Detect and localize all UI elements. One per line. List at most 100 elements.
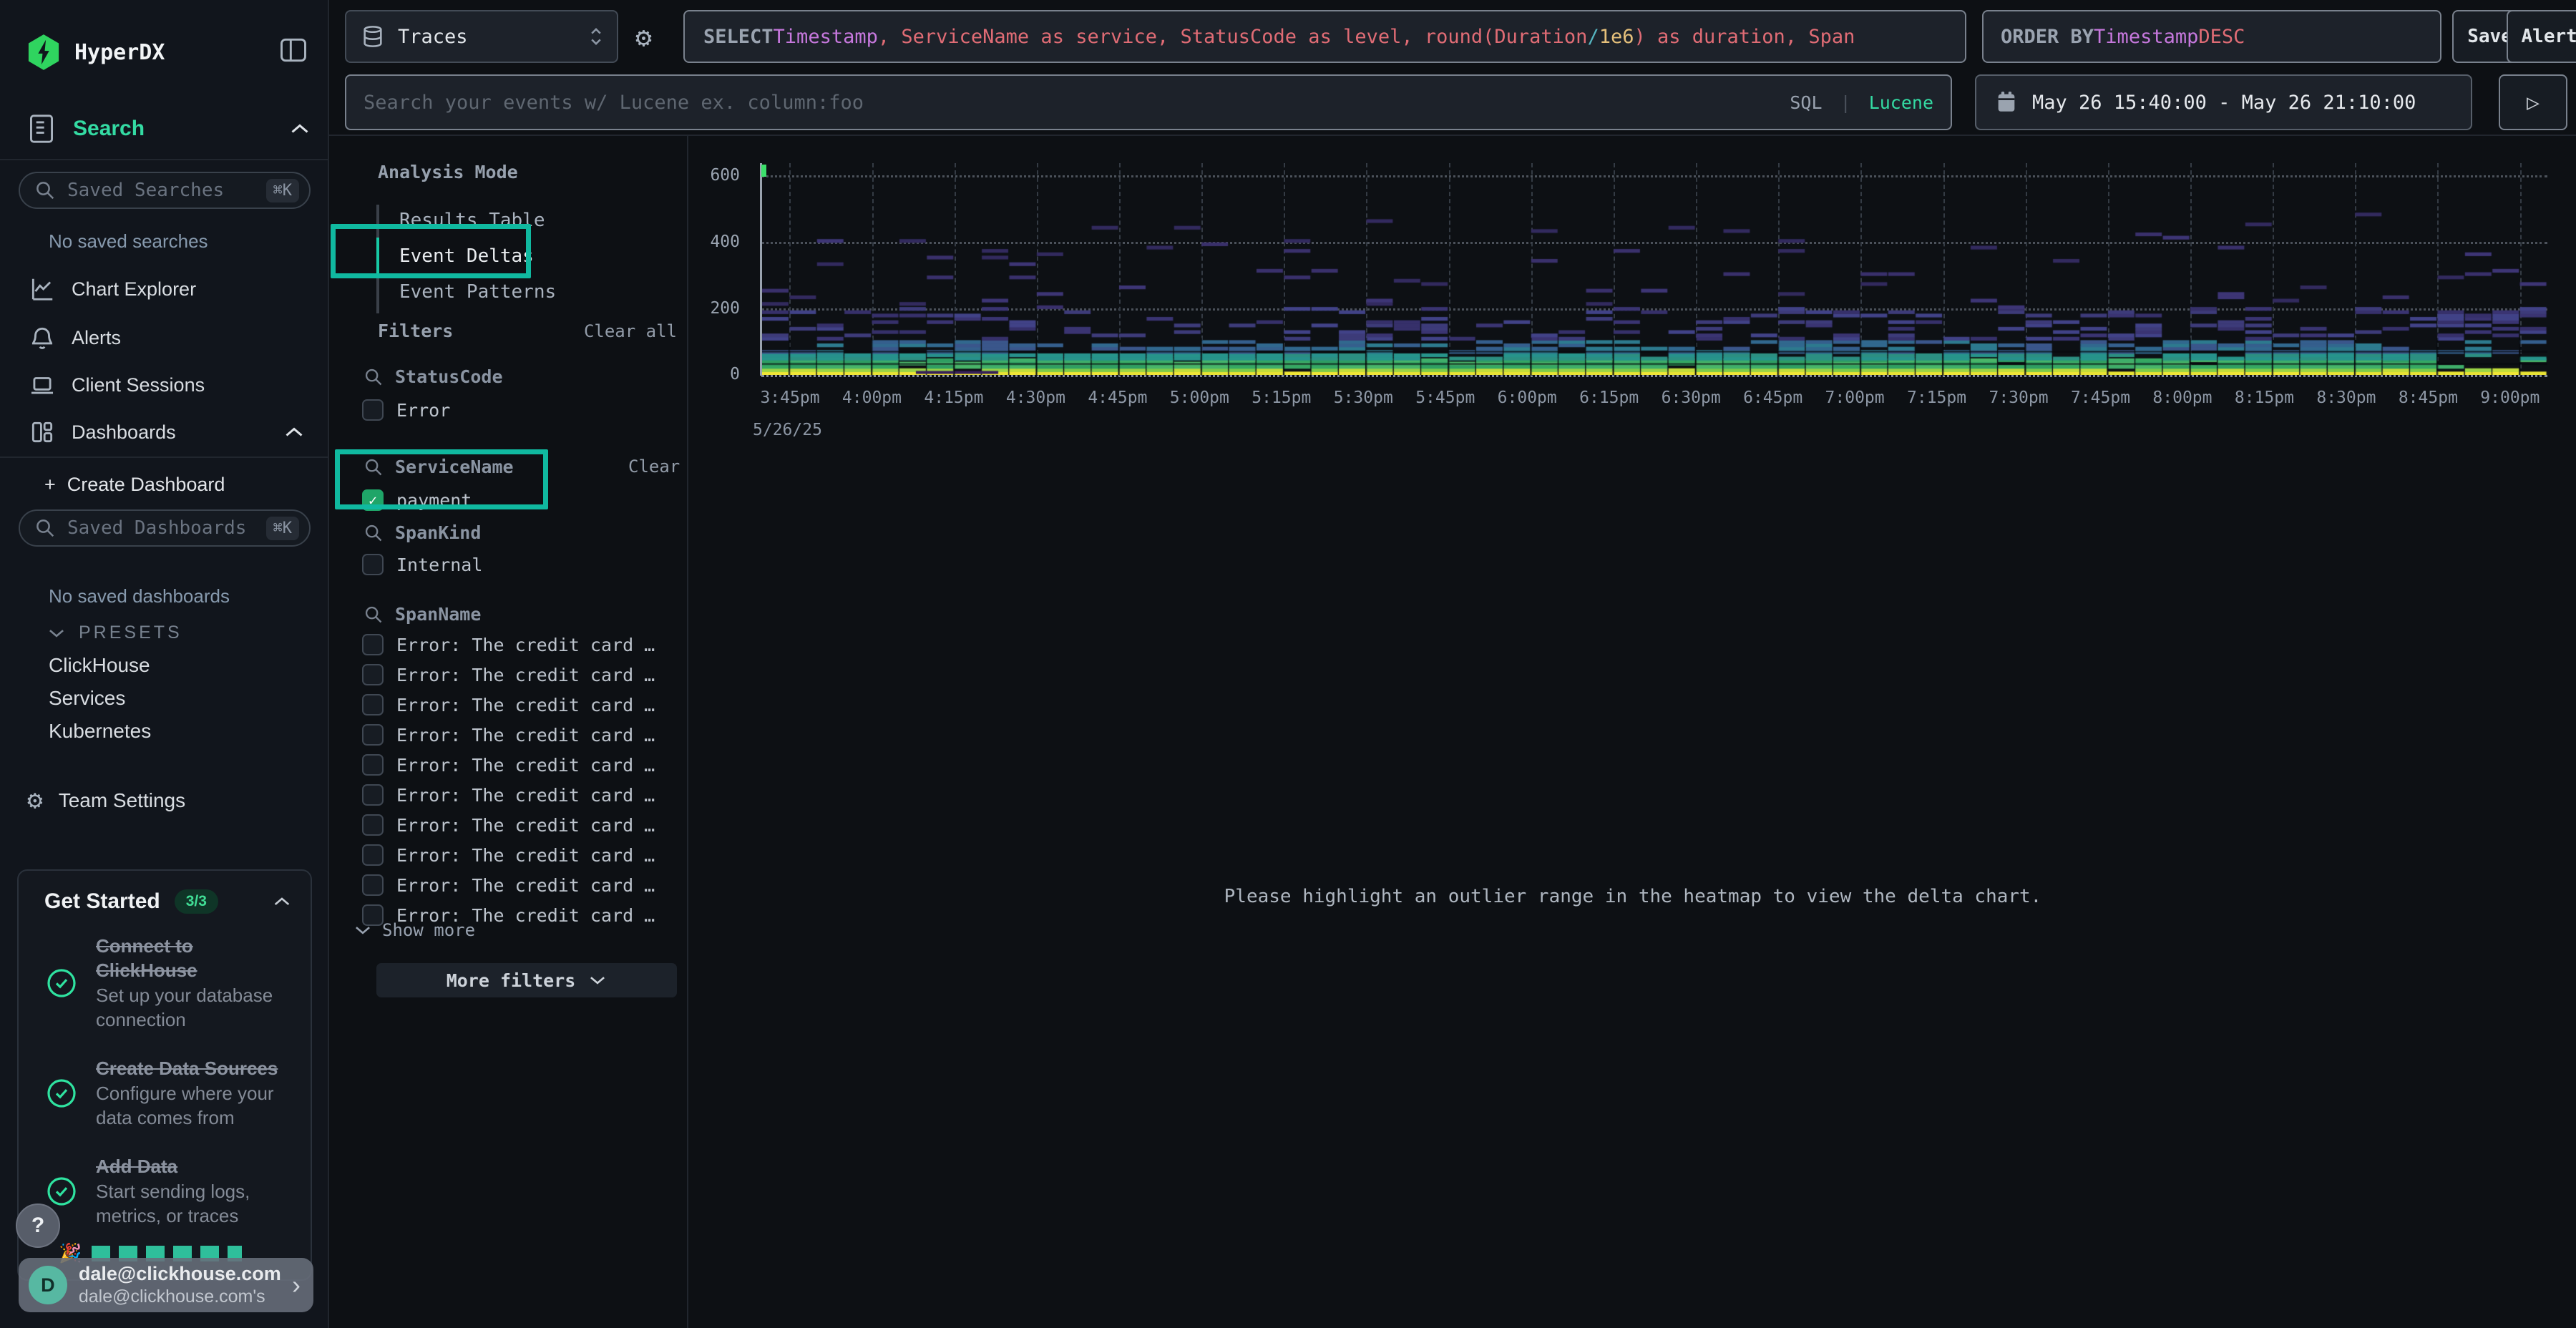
heatmap-canvas[interactable] (762, 163, 2547, 375)
checkbox[interactable] (362, 784, 384, 806)
clear-all-button[interactable]: Clear all (584, 321, 677, 341)
checkbox[interactable] (362, 874, 384, 896)
sql-select-input[interactable]: SELECT Timestamp, ServiceName as service… (683, 10, 1966, 63)
source-select[interactable]: Traces (345, 10, 618, 63)
create-dashboard-button[interactable]: + Create Dashboard (44, 474, 225, 496)
filter-option[interactable]: Error: The credit card … (362, 780, 655, 810)
more-filters-button[interactable]: More filters (376, 963, 677, 997)
x-tick: 4:45pm (1077, 389, 1158, 407)
analysis-mode-title: Analysis Mode (378, 162, 518, 182)
search-icon[interactable] (364, 605, 384, 625)
filter-option[interactable]: Error (362, 395, 450, 425)
x-tick: 8:15pm (2223, 389, 2305, 407)
search-icon[interactable] (364, 523, 384, 543)
checkbox[interactable] (362, 724, 384, 746)
help-button[interactable]: ? (16, 1204, 60, 1248)
x-tick: 7:45pm (2060, 389, 2142, 407)
clear-servicename-button[interactable]: Clear (628, 456, 680, 477)
checkbox[interactable] (362, 664, 384, 685)
preset-kubernetes[interactable]: Kubernetes (49, 720, 151, 743)
chart-explorer-icon (29, 275, 56, 303)
time-range-picker[interactable]: May 26 15:40:00 - May 26 21:10:00 (1975, 74, 2472, 130)
user-account-chip[interactable]: D dale@clickhouse.com dale@clickhouse.co… (19, 1258, 313, 1312)
mode-event-patterns[interactable]: Event Patterns (376, 273, 634, 311)
get-started-header[interactable]: Get Started 3/3 (19, 871, 311, 934)
filter-option[interactable]: Error: The credit card … (362, 720, 655, 750)
checkbox[interactable] (362, 814, 384, 836)
checkbox[interactable] (362, 844, 384, 866)
event-search-bar[interactable]: Search your events w/ Lucene ex. column:… (345, 74, 1952, 130)
filter-option[interactable]: Error: The credit card … (362, 840, 655, 870)
time-range-value: May 26 15:40:00 - May 26 21:10:00 (2032, 92, 2416, 114)
x-tick: 4:30pm (995, 389, 1076, 407)
checkbox[interactable] (362, 399, 384, 421)
filter-option[interactable]: Error: The credit card … (362, 870, 655, 900)
kbd-shortcut: ⌘K (266, 517, 300, 540)
sql-token: 1e6 (1599, 26, 1634, 48)
filter-option-label: Error: The credit card … (396, 755, 655, 776)
team-settings-label: Team Settings (59, 789, 185, 812)
sidebar-item-chart-explorer[interactable]: Chart Explorer (0, 266, 328, 312)
x-tick: 6:15pm (1568, 389, 1650, 407)
source-settings-gear-icon[interactable]: ⚙ (635, 21, 652, 53)
chevron-up-icon[interactable] (272, 896, 292, 907)
presets-toggle[interactable]: PRESETS (47, 622, 182, 643)
checkbox[interactable] (362, 754, 384, 776)
x-tick: 5:30pm (1322, 389, 1404, 407)
sidebar-item-alerts[interactable]: Alerts (0, 315, 328, 361)
checklist-item[interactable]: Connect to ClickHouse Set up your databa… (19, 934, 311, 1032)
saved-dashboards-input[interactable]: Saved Dashboards ⌘K (19, 509, 311, 547)
preset-clickhouse[interactable]: ClickHouse (49, 654, 150, 677)
sidebar-item-client-sessions[interactable]: Client Sessions (0, 362, 328, 408)
run-query-button[interactable]: ▷ (2499, 74, 2567, 130)
checklist-item[interactable]: Create Data Sources Configure where your… (19, 1056, 311, 1130)
search-results-icon (27, 113, 56, 145)
hyperdx-logo-icon (27, 34, 60, 70)
search-icon[interactable] (364, 457, 384, 477)
chevron-up-icon[interactable] (283, 426, 305, 439)
mode-results-table[interactable]: Results Table (376, 202, 634, 239)
chevron-up-icon[interactable] (289, 122, 311, 135)
x-tick: 7:00pm (1814, 389, 1896, 407)
bell-icon (29, 324, 56, 351)
checklist-item-title: Connect to ClickHouse (96, 935, 197, 981)
dashboards-icon (29, 419, 56, 446)
sql-token: Timestamp (2094, 26, 2198, 48)
source-select-value: Traces (398, 26, 468, 48)
filter-option[interactable]: Error: The credit card … (362, 630, 655, 660)
checkbox-checked[interactable]: ✓ (362, 489, 384, 511)
filter-option[interactable]: Error: The credit card … (362, 810, 655, 840)
saved-searches-input[interactable]: Saved Searches ⌘K (19, 172, 311, 209)
search-icon[interactable] (364, 367, 384, 387)
filter-option-label: Error (396, 400, 450, 421)
sidebar-item-team-settings[interactable]: ⚙ Team Settings (27, 786, 185, 815)
checkbox[interactable] (362, 554, 384, 575)
sql-orderby-input[interactable]: ORDER BY Timestamp DESC (1982, 10, 2441, 63)
alerts-button[interactable]: Alerts (2507, 10, 2576, 63)
topbar: Traces ⚙ SELECT Timestamp, ServiceName a… (329, 0, 2576, 136)
checkbox[interactable] (362, 634, 384, 655)
filter-option[interactable]: Error: The credit card … (362, 660, 655, 690)
checklist-item[interactable]: Add Data Start sending logs, metrics, or… (19, 1154, 311, 1228)
sidebar-item-dashboards[interactable]: Dashboards (0, 409, 328, 455)
show-more-button[interactable]: Show more (353, 920, 475, 940)
checkbox[interactable] (362, 694, 384, 716)
chevron-down-icon (353, 924, 372, 936)
filter-option[interactable]: Error: The credit card … (362, 750, 655, 780)
nav-label: Dashboards (72, 421, 176, 444)
filter-option[interactable]: Internal (362, 550, 482, 580)
nav-label: Chart Explorer (72, 278, 196, 301)
sidebar-collapse-icon[interactable] (278, 34, 309, 66)
language-sql-toggle[interactable]: SQL (1790, 92, 1822, 113)
filter-option[interactable]: ✓ payment (362, 485, 472, 515)
mode-event-deltas[interactable]: Event Deltas (376, 238, 634, 275)
filter-option[interactable]: Error: The credit card … (362, 690, 655, 720)
preset-services[interactable]: Services (49, 687, 125, 710)
show-more-label: Show more (382, 920, 475, 940)
toggle-divider: | (1840, 92, 1851, 113)
sidebar-item-search[interactable]: Search (27, 107, 311, 150)
filter-group-spanname: SpanName (364, 604, 481, 625)
language-lucene-toggle[interactable]: Lucene (1869, 92, 1933, 113)
sql-token: , ServiceName as service, StatusCode as … (878, 26, 1588, 48)
filter-option-label: Error: The credit card … (396, 725, 655, 746)
